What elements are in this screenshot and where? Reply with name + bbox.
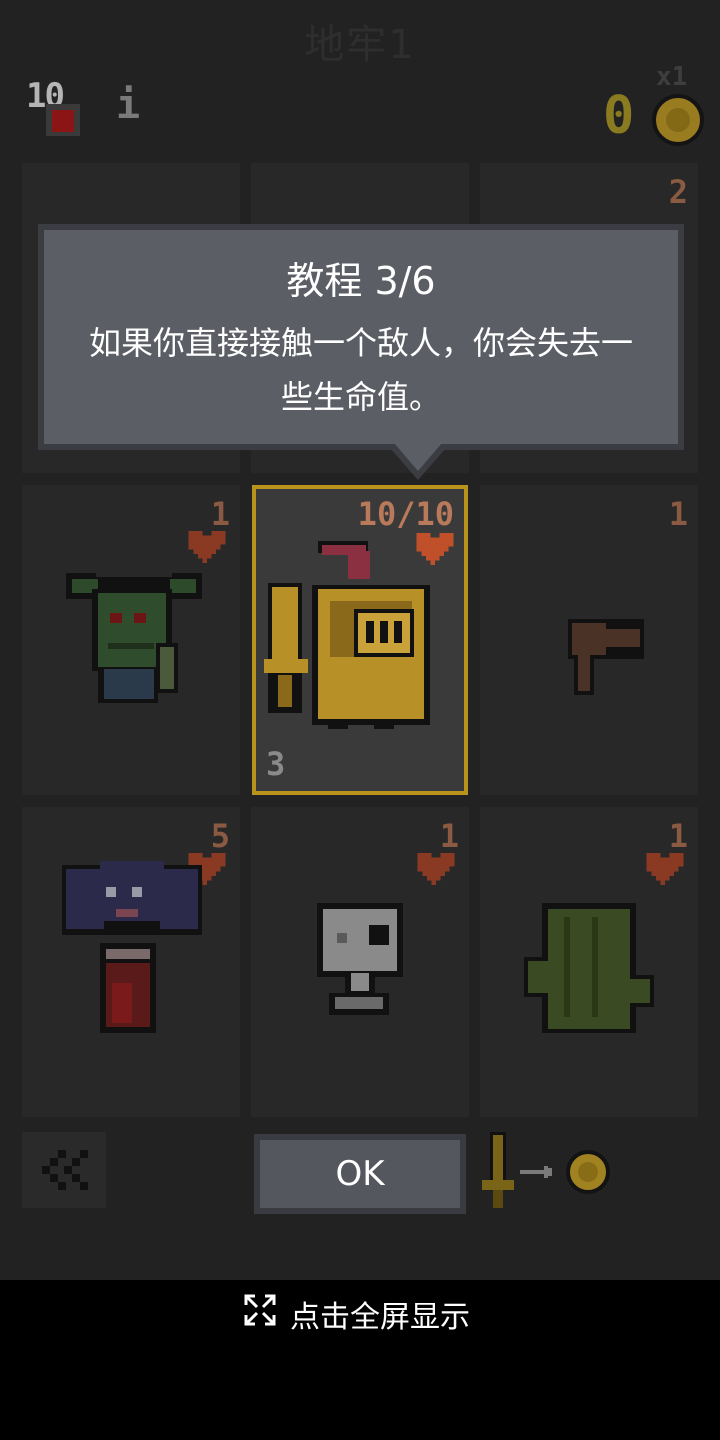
back-button[interactable]: << xyxy=(22,1132,106,1208)
card-hero[interactable]: 10/10 3 xyxy=(252,485,468,795)
double-chevron-left-icon xyxy=(42,1150,88,1190)
card-hp: 2 xyxy=(668,173,688,211)
gold-coin-icon xyxy=(652,94,704,146)
card-hammer[interactable]: 1 xyxy=(480,485,698,795)
goblin-icon xyxy=(66,573,202,703)
card-skeleton[interactable]: 1 xyxy=(251,807,469,1117)
cactus-icon xyxy=(524,903,654,1033)
sword-icon xyxy=(482,1132,514,1208)
tutorial-title: 教程 3/6 xyxy=(286,259,436,303)
hero-weapon-value: 3 xyxy=(266,745,286,783)
card-bat[interactable]: 5 xyxy=(22,807,240,1117)
gold-count: 0 xyxy=(603,86,635,146)
info-icon[interactable]: i xyxy=(116,82,140,128)
card-goblin[interactable]: 1 xyxy=(22,485,240,795)
gold-multiplier: x1 xyxy=(656,62,688,92)
arrow-right-icon xyxy=(520,1166,552,1178)
gold-coin-icon xyxy=(566,1150,610,1194)
skull-icon xyxy=(317,903,403,1015)
card-cactus[interactable]: 1 xyxy=(480,807,698,1117)
dungeon-title: 地牢1 xyxy=(304,22,416,68)
fullscreen-bar[interactable]: 点击全屏显示 xyxy=(0,1280,720,1344)
ok-button[interactable]: OK xyxy=(254,1134,466,1214)
game-screen: 地牢1 10 i x1 0 2 1 10/10 3 1 5 1 1 教程 3/6… xyxy=(0,0,720,1280)
hammer-icon xyxy=(568,619,644,695)
knight-icon xyxy=(264,541,430,729)
tutorial-popup: 教程 3/6 如果你直接接触一个敌人，你会失去一些生命值。 xyxy=(38,224,684,480)
tutorial-message: 如果你直接接触一个敌人，你会失去一些生命值。 xyxy=(88,324,633,416)
fullscreen-icon xyxy=(244,1294,276,1326)
hp-potion-icon xyxy=(46,104,80,136)
fullscreen-label: 点击全屏显示 xyxy=(290,1300,470,1335)
bat-icon xyxy=(62,861,202,1033)
